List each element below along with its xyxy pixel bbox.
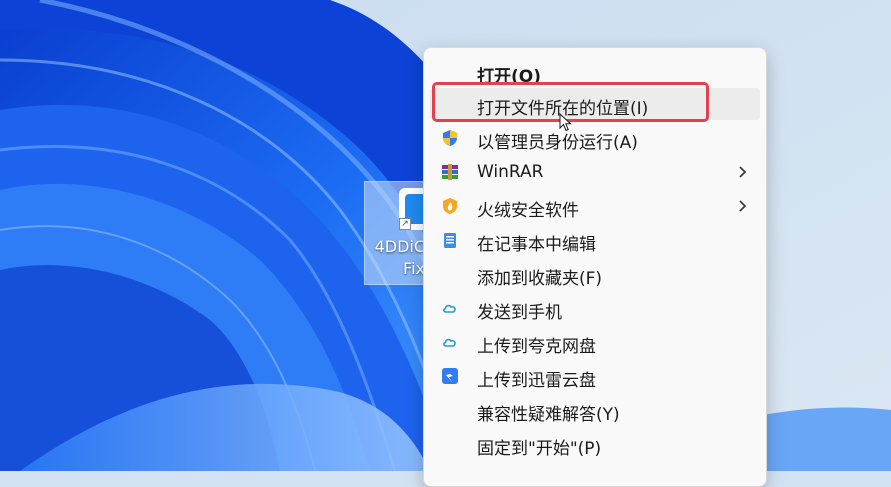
menu-item-label: 在记事本中编辑 [477,235,596,255]
thunder-icon [442,368,458,384]
notepad-icon [444,233,456,248]
menu-item-label: 火绒安全软件 [477,201,579,221]
huorong-icon [443,198,457,214]
menu-item-label: 上传到迅雷云盘 [477,371,596,391]
menu-item-send-to-phone[interactable]: 发送到手机 [430,292,760,324]
chevron-right-icon [739,166,747,178]
shield-icon [443,130,457,146]
cloud-icon [443,304,456,313]
quark-cloud-icon [443,338,456,347]
shortcut-arrow-icon: ↗ [399,218,411,230]
menu-item-label: 上传到夸克网盘 [477,337,596,357]
winrar-icon [442,164,458,180]
menu-item-upload-thunder[interactable]: 上传到迅雷云盘 [430,360,760,392]
menu-item-upload-quark[interactable]: 上传到夸克网盘 [430,326,760,358]
mouse-cursor-icon [559,113,572,132]
menu-item-huorong[interactable]: 火绒安全软件 [430,190,760,222]
desktop-shortcut-icon[interactable]: ↗ 4DDiC Fix [364,181,427,285]
menu-item-winrar[interactable]: WinRAR [430,156,760,188]
menu-item-notepad-edit[interactable]: 在记事本中编辑 [430,224,760,256]
chevron-right-icon [739,200,747,212]
menu-item-label: 发送到手机 [477,303,562,323]
menu-item-run-as-admin[interactable]: 以管理员身份运行(A) [430,122,760,154]
menu-item-label: 添加到收藏夹(F) [477,269,603,289]
menu-item-label: 兼容性疑难解答(Y) [477,405,620,425]
menu-item-label: 以管理员身份运行(A) [477,133,638,153]
menu-item-label: 固定到"开始"(P) [477,439,602,459]
menu-item-label: WinRAR [477,162,544,182]
desktop-icon-label: 4DDiC Fix [374,237,425,278]
menu-item-pin-to-start[interactable]: 固定到"开始"(P) [430,428,760,460]
menu-item-compat-troubleshoot[interactable]: 兼容性疑难解答(Y) [430,394,760,426]
menu-item-add-to-favorites[interactable]: 添加到收藏夹(F) [430,258,760,290]
